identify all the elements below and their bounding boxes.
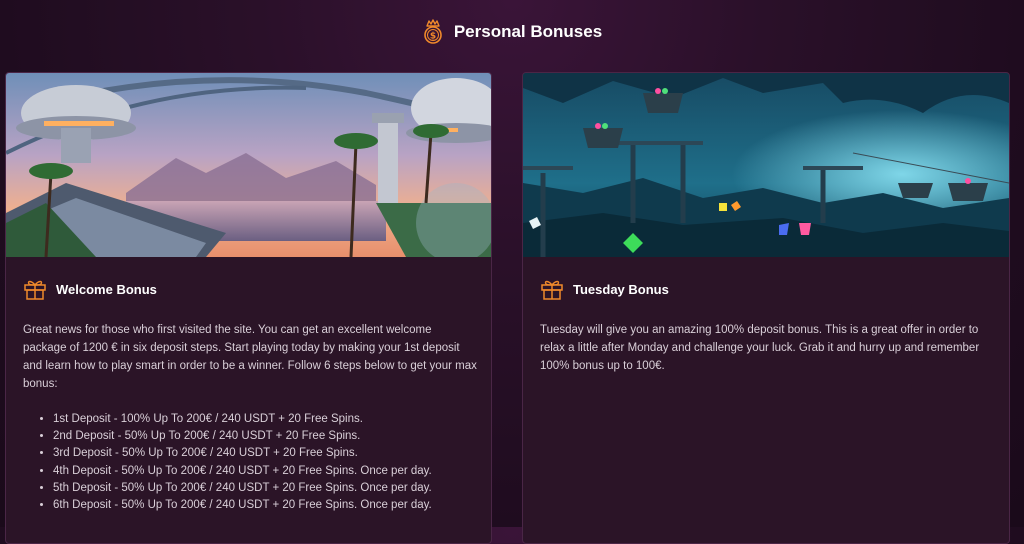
tuesday-bonus-heading: Tuesday Bonus xyxy=(540,278,669,300)
page-header: $ Personal Bonuses xyxy=(0,18,1024,46)
list-item: 6th Deposit - 50% Up To 200€ / 240 USDT … xyxy=(53,497,481,514)
welcome-bonus-heading: Welcome Bonus xyxy=(23,278,157,300)
card-description: Great news for those who first visited t… xyxy=(23,324,477,390)
card-title: Tuesday Bonus xyxy=(573,281,669,297)
list-item: 4th Deposit - 50% Up To 200€ / 240 USDT … xyxy=(53,463,481,480)
card-title: Welcome Bonus xyxy=(56,281,157,297)
list-item: 5th Deposit - 50% Up To 200€ / 240 USDT … xyxy=(53,480,481,497)
welcome-bonus-banner-image xyxy=(6,73,491,257)
bonus-card-welcome[interactable]: Welcome Bonus Great news for those who f… xyxy=(5,72,492,544)
list-item: 3rd Deposit - 50% Up To 200€ / 240 USDT … xyxy=(53,445,481,462)
page-title: Personal Bonuses xyxy=(453,22,603,41)
tuesday-bonus-banner-image xyxy=(523,73,1009,257)
card-description: Tuesday will give you an amazing 100% de… xyxy=(540,324,980,372)
crown-coin-icon: $ xyxy=(422,19,444,45)
gift-icon xyxy=(540,278,564,300)
gift-icon xyxy=(23,278,47,300)
deposit-steps-list: 1st Deposit - 100% Up To 200€ / 240 USDT… xyxy=(23,411,481,514)
svg-text:$: $ xyxy=(430,32,436,42)
bonus-card-tuesday[interactable]: Tuesday Bonus Tuesday will give you an a… xyxy=(522,72,1010,544)
list-item: 1st Deposit - 100% Up To 200€ / 240 USDT… xyxy=(53,411,481,428)
list-item: 2nd Deposit - 50% Up To 200€ / 240 USDT … xyxy=(53,428,481,445)
